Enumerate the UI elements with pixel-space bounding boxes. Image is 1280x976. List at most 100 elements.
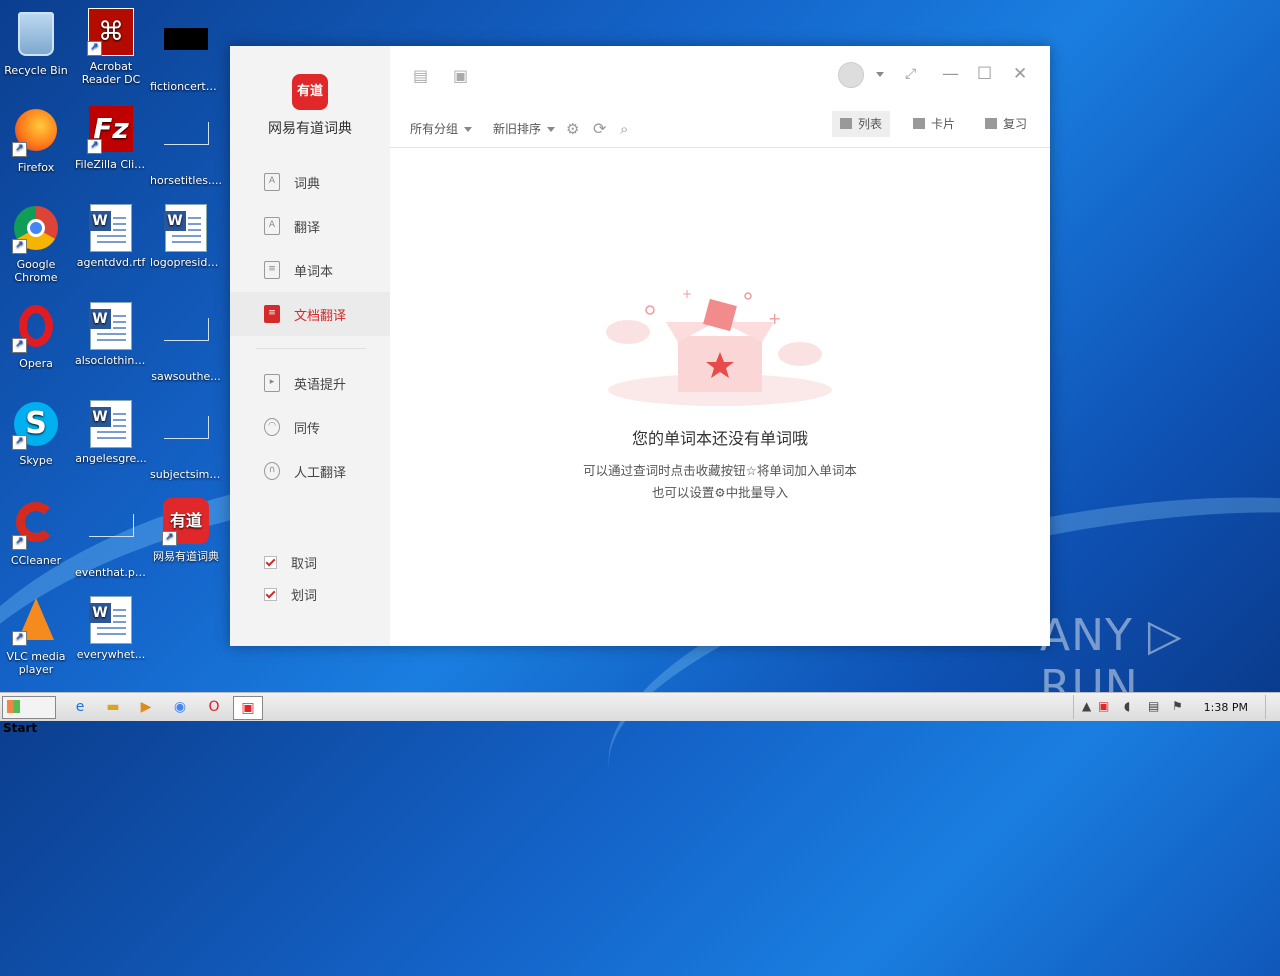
empty-title: 您的单词本还没有单词哦 bbox=[631, 429, 808, 448]
sidebar-item-label: 单词本 bbox=[294, 264, 334, 280]
document-icon[interactable]: ▤ bbox=[413, 66, 428, 85]
black-file-icon bbox=[162, 28, 210, 76]
start-button[interactable]: Start bbox=[2, 696, 56, 735]
sync-icon[interactable]: ⟳ bbox=[593, 116, 606, 142]
file-icon bbox=[162, 318, 210, 366]
file-icon bbox=[162, 122, 210, 170]
desktop-icon-youdao[interactable]: 有道 ↗ 网易有道词典 bbox=[148, 498, 224, 576]
desktop-icon-alsoclothing[interactable]: alsoclothing... bbox=[73, 302, 149, 367]
gear-icon[interactable]: ⚙ bbox=[566, 116, 579, 142]
chevron-down-icon bbox=[547, 127, 556, 132]
media-player-icon[interactable]: ▶ bbox=[134, 696, 158, 718]
sidebar-item-dictionary[interactable]: A 词典 bbox=[230, 160, 390, 204]
empty-line-1: 可以通过查词时点击收藏按钮☆将单词加入单词本 bbox=[583, 463, 857, 478]
review-button[interactable]: 复习 bbox=[977, 111, 1035, 137]
youdao-window: 有道 网易有道词典 A 词典 A 翻译 ≡ 单词本 ≡ 文档翻译 ▸ 英语提升 … bbox=[230, 46, 1050, 646]
sort-dropdown[interactable]: 新旧排序 bbox=[493, 116, 556, 142]
image-file-icon bbox=[87, 514, 135, 562]
toggle-huaci[interactable]: 划词 bbox=[264, 585, 317, 604]
desktop-icon-acrobat[interactable]: ⌘ ↗ Acrobat Reader DC bbox=[73, 8, 149, 86]
desktop-icon-vlc[interactable]: ↗ VLC media player bbox=[0, 596, 74, 676]
sidebar-item-human-translate[interactable]: ∩ 人工翻译 bbox=[230, 449, 390, 493]
show-desktop-button[interactable] bbox=[1265, 695, 1280, 719]
word-document-icon bbox=[87, 400, 135, 448]
volume-icon[interactable]: ◖ bbox=[1124, 699, 1130, 713]
sidebar-item-english-improve[interactable]: ▸ 英语提升 bbox=[230, 361, 390, 405]
network-icon[interactable]: ▤ bbox=[1148, 699, 1159, 713]
sidebar-item-simultaneous[interactable]: ◠ 同传 bbox=[230, 405, 390, 449]
skype-icon: S ↗ bbox=[12, 402, 60, 450]
checkbox[interactable] bbox=[264, 588, 277, 601]
group-dropdown[interactable]: 所有分组 bbox=[410, 116, 473, 142]
sidebar-item-label: 人工翻译 bbox=[294, 465, 347, 481]
view-list-label: 列表 bbox=[858, 117, 883, 131]
desktop-icon-firefox[interactable]: ↗ Firefox bbox=[0, 106, 74, 174]
desktop-icon-angelesgre[interactable]: angelesgre... bbox=[73, 400, 149, 465]
chevron-down-icon[interactable] bbox=[876, 72, 884, 77]
document-translate-icon: ≡ bbox=[264, 305, 280, 323]
vlc-cone-icon: ↗ bbox=[12, 598, 60, 646]
maximize-button[interactable]: ☐ bbox=[977, 64, 992, 84]
youdao-tray-icon[interactable]: ▣ bbox=[1098, 699, 1109, 713]
sidebar-divider bbox=[256, 348, 366, 349]
file-explorer-icon[interactable]: ▬ bbox=[101, 696, 125, 718]
svg-text:+: + bbox=[768, 309, 781, 328]
sidebar-item-label: 词典 bbox=[294, 176, 321, 192]
avatar[interactable] bbox=[838, 62, 864, 88]
sidebar-item-translate[interactable]: A 翻译 bbox=[230, 204, 390, 248]
desktop-icon-fictioncertai[interactable]: fictioncertai... bbox=[148, 8, 224, 93]
desktop-icon-recycle-bin[interactable]: Recycle Bin bbox=[0, 8, 74, 77]
youdao-taskbar-icon[interactable]: ▣ bbox=[233, 696, 263, 720]
desktop-icon-agentdvd[interactable]: agentdvd.rtf bbox=[73, 204, 149, 269]
group-dropdown-label: 所有分组 bbox=[410, 122, 459, 136]
screenshot-icon[interactable]: ▣ bbox=[453, 66, 468, 85]
word-document-icon bbox=[162, 204, 210, 252]
desktop-icon-ccleaner[interactable]: ↗ CCleaner bbox=[0, 498, 74, 567]
chrome-icon: ↗ bbox=[12, 206, 60, 254]
review-icon bbox=[985, 118, 997, 129]
video-course-icon: ▸ bbox=[264, 374, 280, 392]
sidebar-item-label: 文档翻译 bbox=[294, 308, 347, 324]
action-center-flag-icon[interactable]: ⚑ bbox=[1172, 699, 1183, 713]
ccleaner-icon: ↗ bbox=[12, 502, 60, 550]
desktop-icon-logopreside[interactable]: logopreside... bbox=[148, 204, 224, 269]
desktop-icon-skype[interactable]: S ↗ Skype bbox=[0, 400, 74, 467]
opera-taskbar-icon[interactable]: O bbox=[202, 696, 226, 718]
sort-dropdown-label: 新旧排序 bbox=[493, 122, 542, 136]
checkbox[interactable] bbox=[264, 556, 277, 569]
view-list-button[interactable]: 列表 bbox=[832, 111, 891, 137]
sidebar-item-label: 英语提升 bbox=[294, 377, 347, 393]
desktop-icon-horsetitles[interactable]: horsetitles.... bbox=[148, 106, 224, 187]
word-document-icon bbox=[87, 302, 135, 350]
sidebar-item-wordbook[interactable]: ≡ 单词本 bbox=[230, 248, 390, 292]
desktop-icon-subjectsimp[interactable]: subjectsimp... bbox=[148, 400, 224, 481]
word-document-icon bbox=[87, 204, 135, 252]
desktop-icon-everywhet[interactable]: everywhet... bbox=[73, 596, 149, 661]
desktop-icon-filezilla[interactable]: Fz ↗ FileZilla Client bbox=[73, 106, 149, 171]
empty-description: 可以通过查词时点击收藏按钮☆将单词加入单词本 也可以设置⚙中批量导入 bbox=[390, 460, 1050, 504]
desktop-icon-google-chrome[interactable]: ↗ Google Chrome bbox=[0, 204, 74, 284]
desktop-icon-sawsouthe[interactable]: sawsouthe... bbox=[148, 302, 224, 383]
show-hidden-icons-icon[interactable]: ▲ bbox=[1082, 699, 1091, 713]
firefox-icon: ↗ bbox=[12, 109, 60, 157]
toggle-quci[interactable]: 取词 bbox=[264, 553, 317, 572]
search-icon[interactable]: ⌕ bbox=[620, 116, 628, 142]
translate-icon: A bbox=[264, 217, 280, 235]
minimize-button[interactable]: — bbox=[942, 64, 959, 84]
windows-logo-icon bbox=[7, 700, 20, 713]
word-document-icon bbox=[87, 596, 135, 644]
sidebar-item-label: 翻译 bbox=[294, 220, 321, 236]
mini-mode-icon[interactable]: ⤢ bbox=[905, 66, 916, 82]
desktop-icon-opera[interactable]: ↗ Opera bbox=[0, 302, 74, 370]
chrome-taskbar-icon[interactable]: ◉ bbox=[168, 696, 192, 718]
close-button[interactable]: ✕ bbox=[1013, 64, 1027, 84]
internet-explorer-icon[interactable]: e bbox=[68, 696, 92, 718]
header-divider bbox=[390, 147, 1050, 148]
clock[interactable]: 1:38 PM bbox=[1204, 701, 1248, 714]
desktop-icon-eventhat[interactable]: eventhat.png bbox=[73, 498, 149, 579]
empty-line-2: 也可以设置⚙中批量导入 bbox=[651, 485, 789, 500]
review-label: 复习 bbox=[1003, 117, 1028, 131]
view-card-button[interactable]: 卡片 bbox=[905, 111, 963, 137]
sidebar-item-document-translate[interactable]: ≡ 文档翻译 bbox=[230, 292, 390, 336]
system-tray: ▲ ▣ ◖ ▤ ⚑ 1:38 PM bbox=[1073, 695, 1280, 719]
